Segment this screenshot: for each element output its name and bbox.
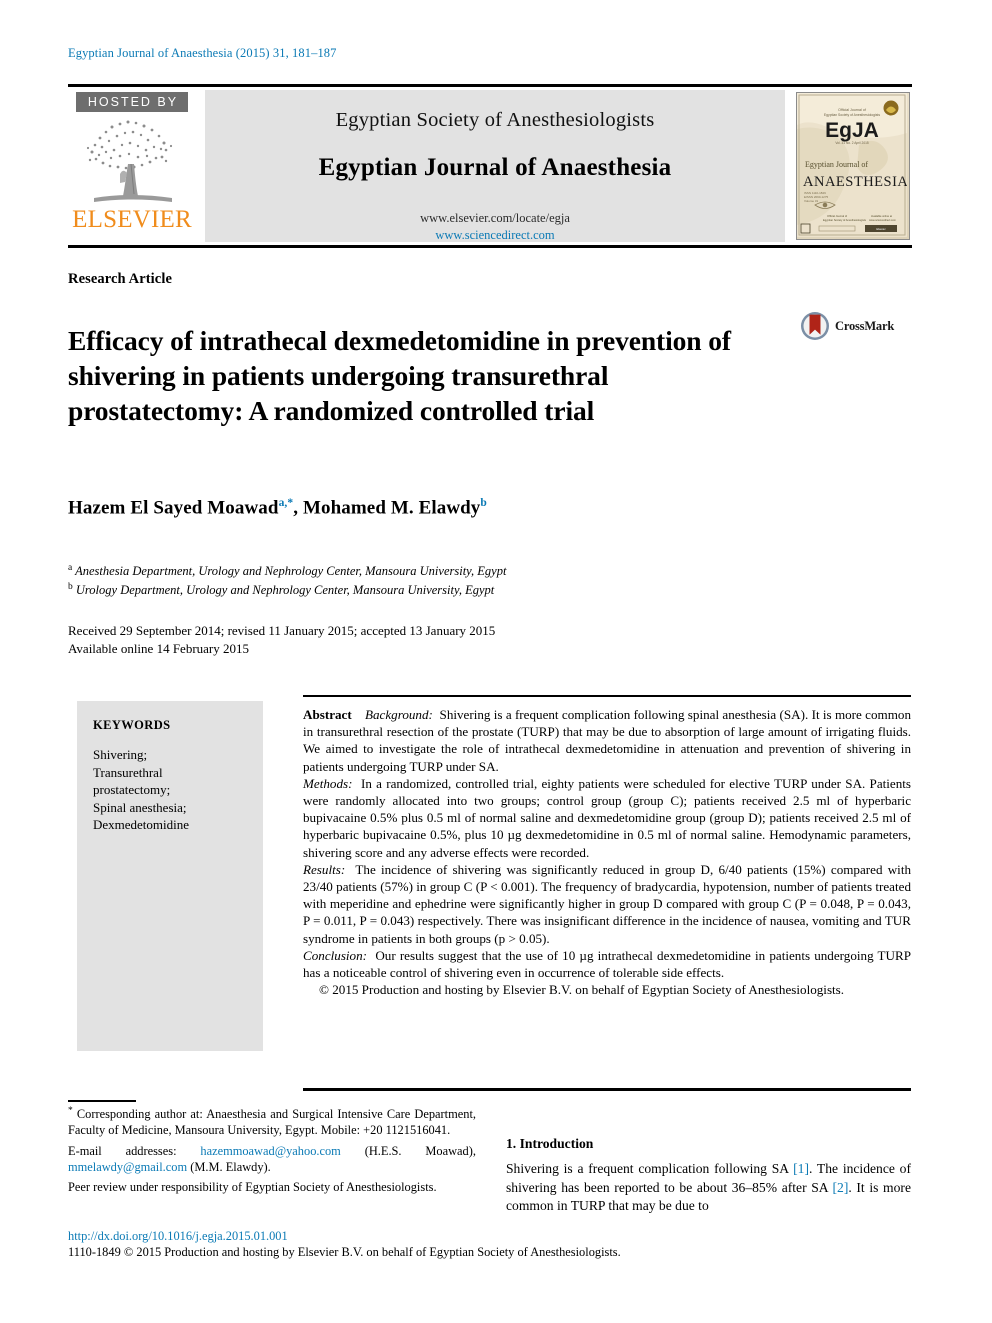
keyword-item: prostatectomy; [93,782,171,797]
svg-text:ANAESTHESIA: ANAESTHESIA [803,174,907,190]
author-list: Hazem El Sayed Moawada,*, Mohamed M. Ela… [68,497,487,519]
abstract-block: Abstract Background: Shivering is a freq… [303,706,911,998]
svg-text:Elsevier: Elsevier [876,227,885,231]
available-online: Available online 14 February 2015 [68,641,249,656]
footnote-rule [68,1100,136,1102]
abstract-conclusion-text: Our results suggest that the use of 10 µ… [303,947,911,981]
abstract-conclusion-heading: Conclusion: [303,947,368,963]
email-label: E-mail addresses: [68,1143,177,1158]
abstract-results: Results: The incidence of shivering was … [303,861,911,947]
keywords-panel: KEYWORDS Shivering; Transurethral prosta… [77,701,263,1051]
corresponding-author-text: Corresponding author at: Anaesthesia and… [68,1107,476,1138]
crossmark-badge[interactable]: CrossMark [800,311,894,341]
abstract-copyright: © 2015 Production and hosting by Elsevie… [319,982,845,998]
affiliation-text-b: Urology Department, Urology and Nephrolo… [75,583,495,598]
abstract-background: Abstract Background: Shivering is a freq… [303,706,911,775]
issn-copyright-line: 1110-1849 © 2015 Production and hosting … [68,1245,621,1260]
abstract-label: Abstract [303,707,352,722]
cover-artwork: Official Journal of Egyptian Society of … [797,93,908,237]
peer-review-note: Peer review under responsibility of Egyp… [68,1179,437,1194]
sciencedirect-url[interactable]: www.sciencedirect.com [420,228,570,244]
corresponding-author-note: * Corresponding author at: Anaesthesia a… [68,1103,476,1139]
footnote-block: * Corresponding author at: Anaesthesia a… [68,1103,476,1195]
svg-text:www.sciencedirect.com: www.sciencedirect.com [869,218,896,222]
keyword-item: Shivering; [93,747,148,762]
svg-text:EgJA: EgJA [825,119,879,142]
journal-banner: Egyptian Society of Anesthesiologists Eg… [205,90,785,242]
keyword-item: Transurethral [93,764,163,780]
society-name: Egyptian Society of Anesthesiologists [335,109,655,131]
svg-text:Official Journal of: Official Journal of [827,214,847,218]
intro-text-1: Shivering is a frequent complication fol… [506,1161,794,1176]
email-link-1[interactable]: hazemmoawad@yahoo.com [200,1144,340,1158]
svg-text:Available online at: Available online at [871,214,892,218]
abstract-results-text: The incidence of shivering was significa… [303,861,912,946]
citation-ref-1[interactable]: [1] [793,1161,809,1176]
crossmark-label: CrossMark [835,318,895,333]
affiliation-mark-a: a [68,563,73,573]
abstract-methods: Methods: In a randomized, controlled tri… [303,775,911,861]
elsevier-wordmark: ELSEVIER [72,206,192,234]
publication-history: Received 29 September 2014; revised 11 J… [68,622,495,658]
svg-text:Egyptian Journal of: Egyptian Journal of [805,160,868,169]
affiliation-mark-b: b [68,582,73,593]
email-owner-1: (H.E.S. Moawad), [364,1143,476,1158]
page-title: Efficacy of intrathecal dexmedetomidine … [68,325,731,427]
email-link-2[interactable]: mmelawdy@gmail.com [68,1160,187,1174]
abstract-methods-heading: Methods: [303,775,353,791]
asterisk-icon: * [68,1106,73,1116]
svg-text:Volume 31: Volume 31 [804,199,819,203]
journal-title: Egyptian Journal of Anaesthesia [318,154,672,181]
introduction-body: Shivering is a frequent complication fol… [506,1160,911,1216]
svg-text:Egyptian Society of Anesthesio: Egyptian Society of Anesthesiologists [824,113,880,117]
journal-masthead: HOSTED BY ELSEVIER Egyptian Society of A… [68,84,912,248]
doi-block: http://dx.doi.org/10.1016/j.egja.2015.01… [68,1228,928,1261]
author-marks-2[interactable]: b [480,497,487,509]
svg-text:Vol. 31 No. 2 April 2015: Vol. 31 No. 2 April 2015 [835,141,869,145]
keyword-item: Spinal anesthesia; [93,799,187,815]
svg-text:Official Journal of: Official Journal of [838,108,866,112]
affiliation-list: a Anesthesia Department, Urology and Nep… [68,560,506,598]
crossmark-icon [801,312,829,340]
doi-link[interactable]: http://dx.doi.org/10.1016/j.egja.2015.01… [68,1228,928,1244]
keywords-list: Shivering; Transurethral prostatectomy; … [93,746,249,834]
running-head: Egyptian Journal of Anaesthesia (2015) 3… [68,46,337,60]
journal-cover-thumbnail[interactable]: Official Journal of Egyptian Society of … [796,92,910,240]
affiliation-a: a Anesthesia Department, Urology and Nep… [68,560,506,579]
keyword-item: Dexmedetomidine [93,817,190,832]
citation-ref-2[interactable]: [2] [833,1180,849,1195]
abstract-results-heading: Results: [303,861,346,877]
journal-cover-block: Official Journal of Egyptian Society of … [794,90,912,242]
abstract-bottom-rule [303,1088,911,1091]
author-name-2: Mohamed M. Elawdy [302,497,481,519]
abstract-conclusion: Conclusion: Our results suggest that the… [303,947,911,981]
publisher-block: HOSTED BY ELSEVIER [68,90,196,242]
journal-urls: www.elsevier.com/locate/egja www.science… [420,208,570,244]
abstract-top-rule [303,695,911,697]
article-page: Egyptian Journal of Anaesthesia (2015) 3… [0,0,992,1323]
journal-homepage-url[interactable]: www.elsevier.com/locate/egja [420,211,570,225]
keywords-heading: KEYWORDS [93,718,171,732]
email-note: E-mail addresses: hazemmoawad@yahoo.com … [68,1143,476,1175]
affiliation-b: b Urology Department, Urology and Nephro… [68,579,506,598]
elsevier-tree-icon [86,120,173,203]
introduction-paragraph: Shivering is a frequent complication fol… [506,1160,911,1216]
author-name-1: Hazem El Sayed Moawad [68,497,279,519]
abstract-background-heading: Background: [365,707,433,722]
received-revised-accepted: Received 29 September 2014; revised 11 J… [68,623,496,638]
email-owner-2: (M.M. Elawdy). [190,1159,271,1174]
article-type-label: Research Article [68,271,172,287]
svg-text:Egyptian Society of Anesthesio: Egyptian Society of Anesthesiologists [823,218,867,222]
affiliation-text-a: Anesthesia Department, Urology and Nephr… [75,564,507,579]
hosted-by-badge: HOSTED BY [76,92,188,113]
author-marks-1[interactable]: a,* [279,497,294,509]
abstract-methods-text: In a randomized, controlled trial, eight… [303,775,912,860]
introduction-heading: 1. Introduction [506,1136,594,1152]
